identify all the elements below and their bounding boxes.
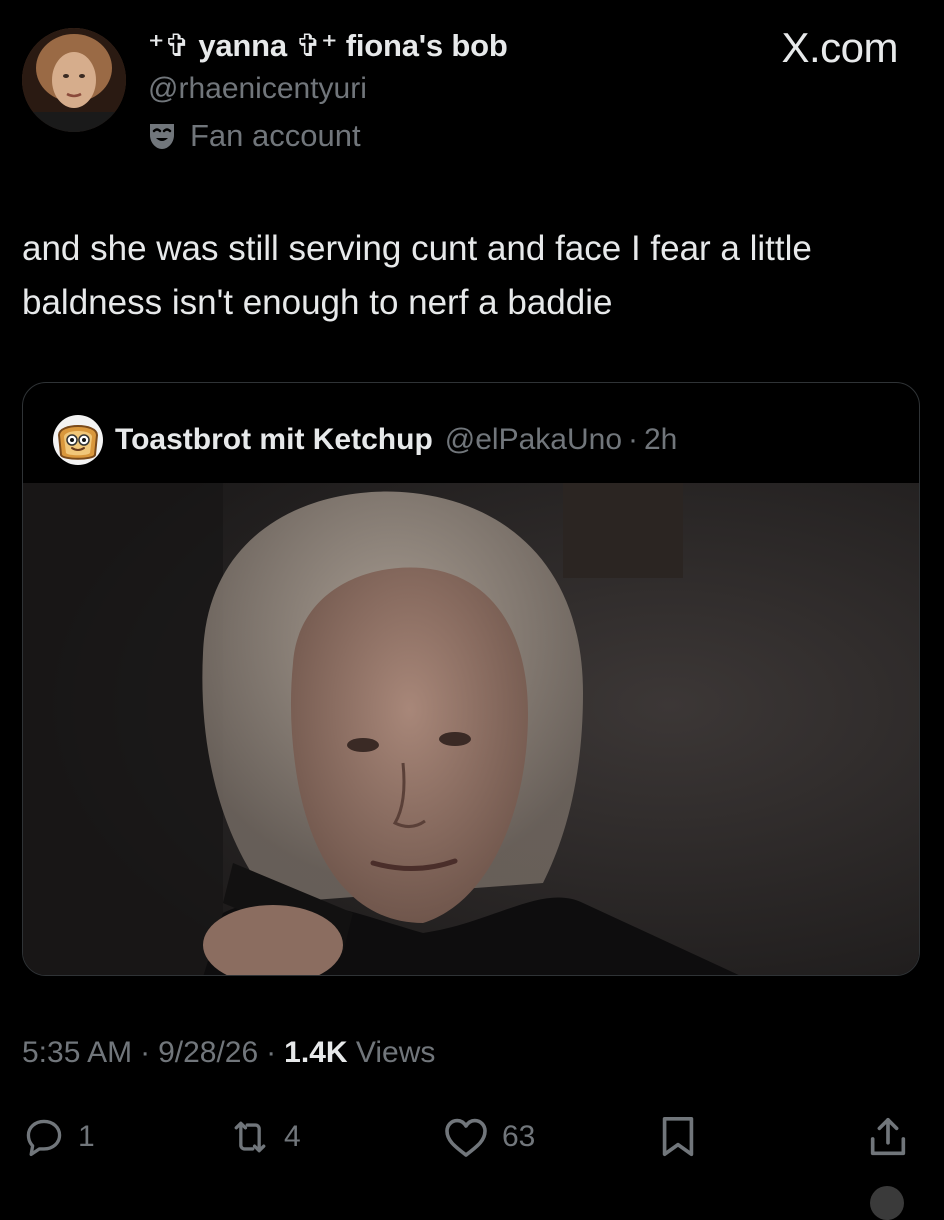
- retweet-button[interactable]: 4: [228, 1112, 301, 1162]
- retweet-icon: [228, 1115, 272, 1159]
- views-count: 1.4K: [284, 1036, 348, 1069]
- tweet-text: and she was still serving cunt and face …: [22, 229, 812, 322]
- author-handle[interactable]: @rhaenicentyuri: [148, 72, 367, 106]
- heart-icon: [442, 1115, 490, 1159]
- site-label: X.com: [781, 24, 898, 71]
- reply-count: 1: [78, 1120, 95, 1153]
- fan-account-badge: Fan account: [148, 116, 361, 156]
- tweet-meta: 5:35 AM · 9/28/26 · 1.4K Views: [22, 1036, 435, 1070]
- like-count: 63: [502, 1120, 536, 1153]
- toast-face-icon[interactable]: [53, 415, 103, 465]
- tweet-time[interactable]: 5:35 AM: [22, 1036, 132, 1069]
- fan-account-label: Fan account: [190, 118, 361, 153]
- quote-tweet-card[interactable]: Toastbrot mit Ketchup @elPakaUno · 2h: [22, 382, 920, 976]
- bookmark-icon: [658, 1114, 698, 1160]
- retweet-count: 4: [284, 1120, 301, 1153]
- author-avatar[interactable]: [22, 28, 126, 132]
- meta-separator: ·: [140, 1036, 151, 1069]
- share-icon: [866, 1114, 910, 1160]
- author-display-name[interactable]: ⁺✞ yanna ✞⁺ fiona's bob: [148, 28, 508, 64]
- like-button[interactable]: 63: [442, 1112, 535, 1162]
- scroll-indicator: [870, 1186, 904, 1220]
- quote-media-image[interactable]: [23, 483, 919, 975]
- theater-mask-icon: [148, 121, 176, 151]
- quote-author-name[interactable]: Toastbrot mit Ketchup: [115, 423, 433, 457]
- tweet-date[interactable]: 9/28/26: [158, 1036, 258, 1069]
- quote-timestamp[interactable]: 2h: [644, 423, 677, 457]
- quote-separator: ·: [628, 423, 638, 456]
- views-label: Views: [355, 1036, 436, 1069]
- quote-author-handle[interactable]: @elPakaUno: [445, 423, 622, 457]
- meta-separator: ·: [266, 1036, 277, 1069]
- reply-icon: [22, 1115, 66, 1159]
- share-button[interactable]: [866, 1112, 910, 1162]
- reply-button[interactable]: 1: [22, 1112, 95, 1162]
- bookmark-button[interactable]: [658, 1112, 698, 1162]
- quote-header: Toastbrot mit Ketchup @elPakaUno · 2h: [53, 415, 677, 465]
